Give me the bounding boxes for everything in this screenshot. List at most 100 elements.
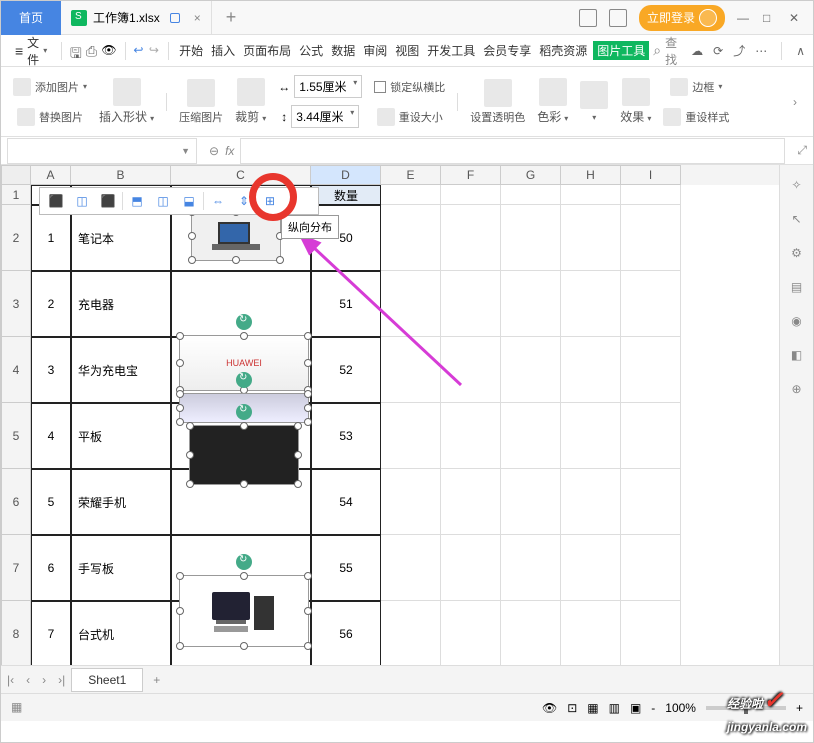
print-icon[interactable]	[86, 43, 98, 59]
width-input[interactable]: 1.55厘米▾	[294, 75, 362, 98]
insert-shape-button[interactable]: 插入形状 ▾	[95, 78, 158, 125]
cell[interactable]: 台式机	[71, 601, 171, 665]
expand-formula-icon[interactable]: ⤢	[791, 143, 813, 158]
crop-button[interactable]: 裁剪 ▾	[231, 78, 270, 125]
menu-resource[interactable]: 稻壳资源	[537, 42, 589, 59]
maximize-button[interactable]: □	[763, 11, 777, 25]
layout-icon-2[interactable]	[609, 9, 627, 27]
sp-settings-icon[interactable]: ⚙	[787, 243, 807, 263]
cell[interactable]: 53	[311, 403, 381, 469]
print-preview-icon[interactable]: 👁	[101, 43, 116, 59]
sync-icon[interactable]: ⟳	[713, 44, 723, 58]
row-header[interactable]: 5	[1, 403, 31, 469]
sb-view-normal-icon[interactable]: ▦	[587, 701, 598, 715]
group-icon[interactable]: ⊞	[258, 189, 282, 213]
more-icon[interactable]: ⋯	[755, 44, 767, 58]
menu-insert[interactable]: 插入	[209, 42, 237, 59]
row-header[interactable]: 3	[1, 271, 31, 337]
color-button[interactable]: 色彩 ▾	[533, 78, 572, 125]
sb-area-icon[interactable]	[11, 700, 27, 716]
fx-cancel-icon[interactable]	[209, 144, 219, 158]
align-right-icon[interactable]: ⬛	[96, 189, 120, 213]
col-header[interactable]: I	[621, 165, 681, 185]
cell[interactable]: 荣耀手机	[71, 469, 171, 535]
cell[interactable]: 平板	[71, 403, 171, 469]
rotate-handle[interactable]	[236, 372, 252, 388]
cell[interactable]: 55	[311, 535, 381, 601]
rotate-handle[interactable]	[236, 404, 252, 420]
cell[interactable]: 2	[31, 271, 71, 337]
sp-help-icon[interactable]: ⊕	[787, 379, 807, 399]
cell[interactable]: 充电器	[71, 271, 171, 337]
menu-view[interactable]: 视图	[393, 42, 421, 59]
col-header[interactable]: G	[501, 165, 561, 185]
distribute-v-icon[interactable]: ⇕	[232, 189, 256, 213]
add-sheet-button[interactable]: +	[143, 673, 170, 687]
transparency-button[interactable]: 设置透明色	[466, 79, 529, 125]
rotate-handle[interactable]	[236, 554, 252, 570]
cloud-icon[interactable]	[691, 44, 703, 58]
cell[interactable]: 51	[311, 271, 381, 337]
row-header[interactable]: 6	[1, 469, 31, 535]
menu-member[interactable]: 会员专享	[481, 42, 533, 59]
home-tab[interactable]: 首页	[1, 1, 61, 35]
compress-image-button[interactable]: 压缩图片	[175, 79, 227, 125]
sheet-nav-last[interactable]: ›|	[52, 673, 71, 687]
cell[interactable]	[501, 185, 561, 205]
col-header[interactable]: H	[561, 165, 621, 185]
pin-icon[interactable]	[170, 13, 180, 23]
col-header[interactable]: A	[31, 165, 71, 185]
col-header[interactable]: B	[71, 165, 171, 185]
cell[interactable]: 4	[31, 403, 71, 469]
menu-dev[interactable]: 开发工具	[425, 42, 477, 59]
undo-icon[interactable]	[133, 43, 145, 59]
new-tab-button[interactable]: +	[212, 7, 251, 28]
cell[interactable]	[561, 185, 621, 205]
cell[interactable]: 华为充电宝	[71, 337, 171, 403]
cell[interactable]	[621, 185, 681, 205]
menu-start[interactable]: 开始	[177, 42, 205, 59]
zoom-out-button[interactable]: -	[651, 701, 655, 715]
minimize-button[interactable]: —	[737, 11, 751, 25]
sheet-nav-prev[interactable]: ‹	[20, 673, 36, 687]
cell[interactable]: 56	[311, 601, 381, 665]
layout-icon-1[interactable]	[579, 9, 597, 27]
sheet-nav-next[interactable]: ›	[36, 673, 52, 687]
cell[interactable]: 54	[311, 469, 381, 535]
row-header[interactable]: 2	[1, 205, 31, 271]
align-center-h-icon[interactable]: ◫	[70, 189, 94, 213]
sp-backup-icon[interactable]: ◉	[787, 311, 807, 331]
menu-formula[interactable]: 公式	[297, 42, 325, 59]
fx-icon[interactable]: fx	[225, 144, 234, 158]
zoom-level[interactable]: 100%	[665, 701, 696, 715]
image-desktop[interactable]	[179, 575, 309, 647]
col-header[interactable]: E	[381, 165, 441, 185]
image-tablet[interactable]	[189, 425, 299, 485]
sp-style-icon[interactable]: ◧	[787, 345, 807, 365]
replace-image-button[interactable]: 替换图片	[17, 103, 83, 131]
sheet-nav-first[interactable]: |‹	[1, 673, 20, 687]
cell[interactable]: 手写板	[71, 535, 171, 601]
formula-input[interactable]	[240, 138, 785, 164]
sb-view-layout-icon[interactable]: ▥	[609, 701, 620, 715]
menu-review[interactable]: 审阅	[361, 42, 389, 59]
col-header[interactable]: C	[171, 165, 311, 185]
border-button[interactable]: 边框▾	[670, 73, 722, 101]
ribbon-more-icon[interactable]: ›	[793, 95, 805, 109]
cell[interactable]: 7	[31, 601, 71, 665]
effects-button[interactable]: 效果 ▾	[616, 78, 655, 125]
image-laptop[interactable]	[191, 211, 281, 261]
reset-size-button[interactable]: 重设大小	[377, 103, 443, 131]
menu-picture-tools[interactable]: 图片工具	[593, 41, 649, 60]
row-header[interactable]: 1	[1, 185, 31, 205]
sb-eye-icon[interactable]: 👁	[542, 701, 557, 715]
height-input[interactable]: 3.44厘米▾	[291, 105, 359, 128]
cell[interactable]	[441, 185, 501, 205]
close-tab-icon[interactable]: ×	[194, 11, 201, 25]
row-header[interactable]: 4	[1, 337, 31, 403]
workbook-tab[interactable]: 工作簿1.xlsx ×	[61, 1, 212, 35]
row-header[interactable]: 8	[1, 601, 31, 665]
align-top-icon[interactable]: ⬒	[125, 189, 149, 213]
align-bottom-icon[interactable]: ⬓	[177, 189, 201, 213]
close-window-button[interactable]: ✕	[789, 11, 803, 25]
